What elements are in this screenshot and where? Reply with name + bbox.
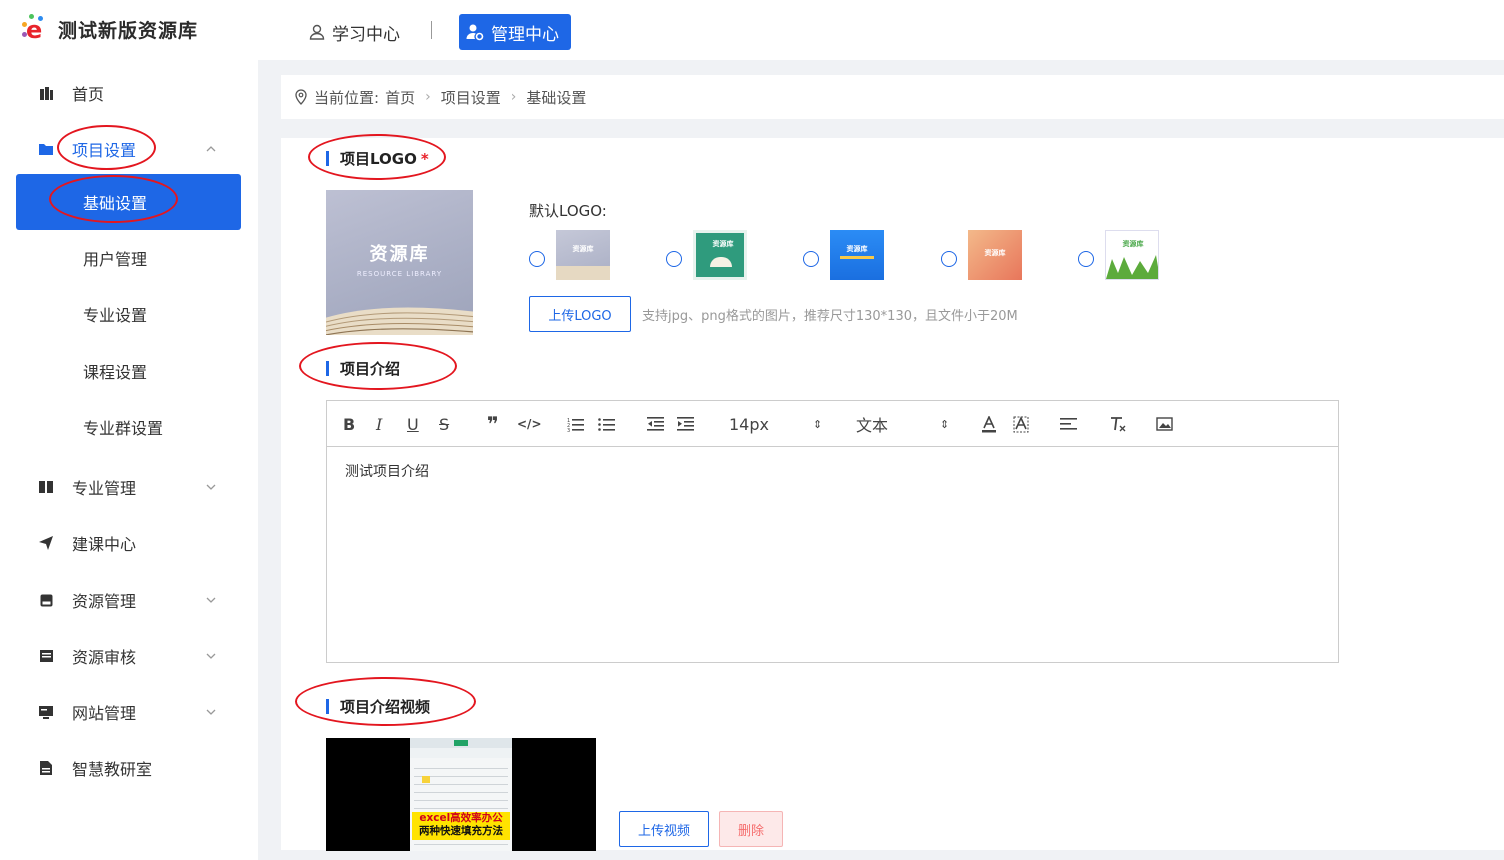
sidebar-item-course-building[interactable]: 建课中心	[0, 523, 258, 563]
logo-section-title: 项目LOGO *	[326, 148, 429, 169]
background-color-icon[interactable]	[1013, 413, 1029, 435]
send-icon	[38, 535, 54, 551]
logo-upload-hint: 支持jpg、png格式的图片，推荐尺寸130*130，且文件小于20M	[642, 309, 1018, 324]
video-section-title: 项目介绍视频	[326, 696, 430, 717]
sidebar-item-major-management[interactable]: 专业管理	[0, 467, 258, 507]
sidebar-item-home[interactable]: 首页	[0, 73, 258, 113]
font-color-icon[interactable]	[981, 413, 997, 435]
outdent-icon[interactable]	[647, 413, 664, 435]
svg-text:3: 3	[567, 428, 570, 432]
bold-icon[interactable]: B	[343, 413, 355, 435]
breadcrumb-basic-settings: 基础设置	[526, 88, 587, 107]
sidebar-item-course-settings[interactable]: 课程设置	[16, 343, 241, 399]
sidebar-item-project-settings[interactable]: 项目设置	[0, 129, 258, 169]
logo-option-radio-3[interactable]	[803, 251, 819, 267]
image-icon[interactable]	[1156, 413, 1173, 435]
logo-option-radio-2[interactable]	[666, 251, 682, 267]
clear-format-icon[interactable]	[1109, 413, 1126, 435]
tab-divider	[431, 21, 432, 39]
location-pin-icon	[295, 89, 307, 105]
sidebar-item-website-management[interactable]: 网站管理	[0, 692, 258, 732]
monitor-icon	[38, 704, 54, 720]
tab-learning-center-label: 学习中心	[332, 24, 400, 45]
rich-text-editor: B I U S ❞ </> 123 14px ⇕ 文本 ⇕ 测试项目介绍	[326, 400, 1339, 663]
delete-video-button[interactable]: 删除	[719, 811, 783, 847]
bullet-list-icon[interactable]	[598, 413, 615, 435]
breadcrumb: 当前位置: 首页 › 项目设置 › 基础设置	[281, 75, 1504, 119]
list-icon	[38, 648, 54, 664]
user-outline-icon	[309, 24, 325, 40]
logo-preview-image: 资源库 RESOURCE LIBRARY	[326, 190, 473, 335]
logo-option-radio-4[interactable]	[941, 251, 957, 267]
brand-logo-icon: e	[20, 12, 50, 46]
quote-icon[interactable]: ❞	[487, 412, 499, 436]
breadcrumb-project-settings[interactable]: 项目设置	[441, 87, 501, 108]
default-logo-label: 默认LOGO:	[529, 202, 607, 220]
app-title: 测试新版资源库	[58, 19, 199, 42]
book-illustration	[326, 307, 473, 335]
title-accent-bar	[326, 699, 329, 714]
block-type-select-arrows-icon[interactable]: ⇕	[940, 413, 949, 435]
video-caption: excel高效率办公 两种快速填充方法	[412, 812, 510, 840]
logo-option-radio-1[interactable]	[529, 251, 545, 267]
folder-icon	[38, 141, 54, 157]
font-size-select[interactable]: 14px	[729, 413, 769, 435]
title-accent-bar	[326, 361, 329, 376]
indent-icon[interactable]	[677, 413, 694, 435]
intro-video-player[interactable]: excel高效率办公 两种快速填充方法	[326, 738, 596, 851]
chevron-down-icon	[206, 709, 216, 715]
required-mark: *	[420, 149, 429, 168]
ordered-list-icon[interactable]: 123	[567, 413, 584, 435]
tab-learning-center[interactable]: 学习中心	[300, 14, 408, 50]
logo-option-thumb-3[interactable]: 资源库	[830, 230, 884, 280]
breadcrumb-home[interactable]: 首页	[385, 87, 415, 108]
logo-option-thumb-5[interactable]: 资源库	[1105, 230, 1159, 280]
sidebar-item-resource-management[interactable]: 资源管理	[0, 580, 258, 620]
video-frame-spreadsheet: excel高效率办公 两种快速填充方法	[410, 738, 512, 851]
chevron-right-icon: ›	[510, 89, 517, 105]
user-settings-icon	[466, 24, 484, 41]
align-icon[interactable]	[1060, 413, 1077, 435]
logo-option-thumb-4[interactable]: 资源库	[968, 230, 1022, 280]
chevron-down-icon	[206, 484, 216, 490]
book-icon	[38, 479, 54, 495]
intro-section-title: 项目介绍	[326, 358, 400, 379]
sidebar: 首页 项目设置 基础设置 用户管理 专业设置 课程设置 专业群设置 专业管理 建…	[0, 60, 258, 860]
title-accent-bar	[326, 151, 329, 166]
top-header: e 测试新版资源库 学习中心 管理中心	[0, 0, 1504, 60]
chevron-down-icon	[206, 597, 216, 603]
sidebar-item-smart-teaching[interactable]: 智慧教研室	[0, 748, 258, 788]
brand[interactable]: e 测试新版资源库	[20, 12, 198, 46]
home-icon	[38, 85, 54, 101]
chevron-down-icon	[206, 653, 216, 659]
tab-management-center-label: 管理中心	[491, 24, 559, 45]
sidebar-item-resource-review[interactable]: 资源审核	[0, 636, 258, 676]
sidebar-item-basic-settings[interactable]: 基础设置	[16, 174, 241, 230]
upload-video-button[interactable]: 上传视频	[619, 811, 709, 847]
logo-option-thumb-1[interactable]: 资源库	[556, 230, 610, 280]
sidebar-item-major-settings[interactable]: 专业设置	[16, 286, 241, 342]
sidebar-item-major-group-settings[interactable]: 专业群设置	[16, 399, 241, 455]
chevron-right-icon: ›	[425, 89, 431, 105]
doc-icon	[38, 760, 54, 776]
upload-logo-button[interactable]: 上传LOGO	[529, 296, 631, 332]
font-size-select-arrows-icon[interactable]: ⇕	[813, 413, 822, 435]
tab-management-center[interactable]: 管理中心	[459, 14, 571, 50]
logo-option-radio-5[interactable]	[1078, 251, 1094, 267]
sidebar-item-user-management[interactable]: 用户管理	[16, 230, 241, 286]
underline-icon[interactable]: U	[407, 413, 419, 435]
code-icon[interactable]: </>	[517, 413, 542, 435]
logo-preview-subtitle: RESOURCE LIBRARY	[356, 270, 443, 278]
strikethrough-icon[interactable]: S	[439, 413, 449, 435]
block-type-select[interactable]: 文本	[856, 413, 888, 435]
breadcrumb-prefix: 当前位置:	[314, 88, 380, 107]
chevron-up-icon	[206, 146, 216, 152]
editor-content[interactable]: 测试项目介绍	[345, 461, 429, 481]
italic-icon[interactable]: I	[376, 413, 382, 435]
logo-preview-title: 资源库	[369, 244, 430, 265]
drive-icon	[38, 592, 54, 608]
logo-option-thumb-2[interactable]: 资源库	[693, 230, 747, 280]
editor-toolbar: B I U S ❞ </> 123 14px ⇕ 文本 ⇕	[327, 401, 1338, 447]
